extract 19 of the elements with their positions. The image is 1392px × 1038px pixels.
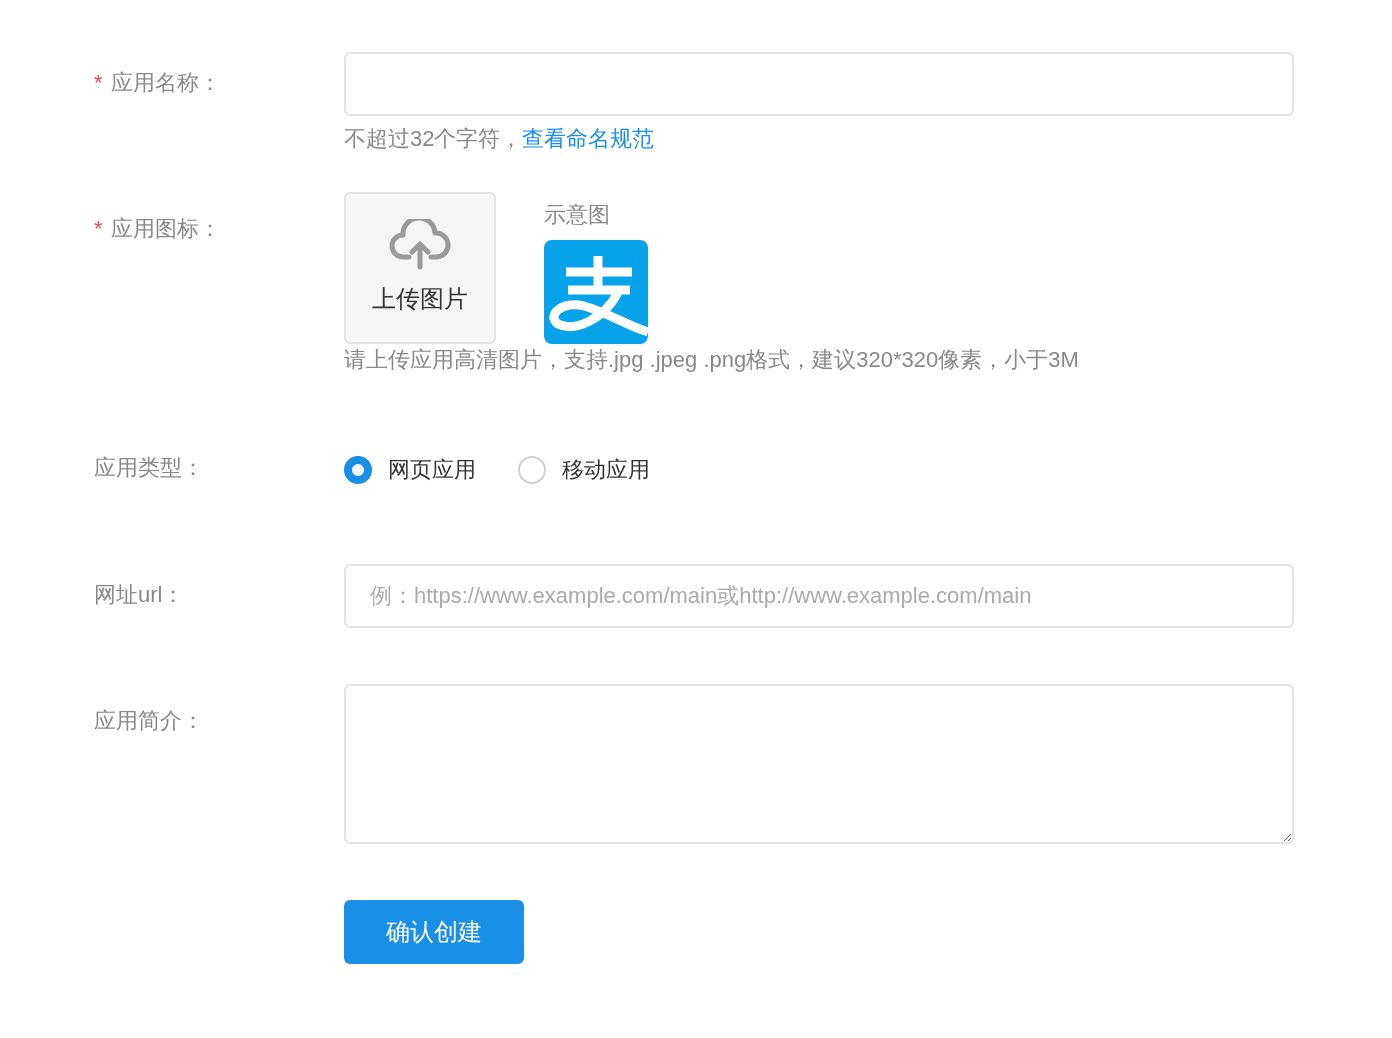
- hint-text: 请上传应用高清图片，支持.jpg .jpeg .png格式，建议320*320像素，小于3M: [344, 346, 1079, 374]
- radio-button[interactable]: [344, 455, 372, 484]
- required-mark: *: [94, 69, 103, 97]
- field-label: 应用图标：: [110, 215, 221, 243]
- required-mark: *: [94, 215, 103, 243]
- field-label: 应用简介：: [94, 707, 204, 735]
- hint-text: 不超过32个字符，: [344, 125, 523, 153]
- radio-option[interactable]: 移动应用: [518, 453, 650, 486]
- field-label: 网址url：: [94, 581, 185, 609]
- input-field[interactable]: [344, 52, 1294, 116]
- textarea-field[interactable]: [344, 684, 1294, 844]
- url-input-field[interactable]: 例：https://www.example.com/main或http://www.example.com/main: [344, 564, 1294, 628]
- field-label: 应用类型：: [94, 454, 204, 482]
- example-caption: 示意图: [544, 201, 611, 229]
- field-label: 应用名称：: [110, 69, 221, 97]
- radio-button[interactable]: [518, 455, 546, 484]
- cloud-upload-icon: [389, 219, 451, 271]
- upload-button[interactable]: 上传图片: [344, 192, 496, 344]
- radio-option[interactable]: 网页应用: [344, 453, 476, 486]
